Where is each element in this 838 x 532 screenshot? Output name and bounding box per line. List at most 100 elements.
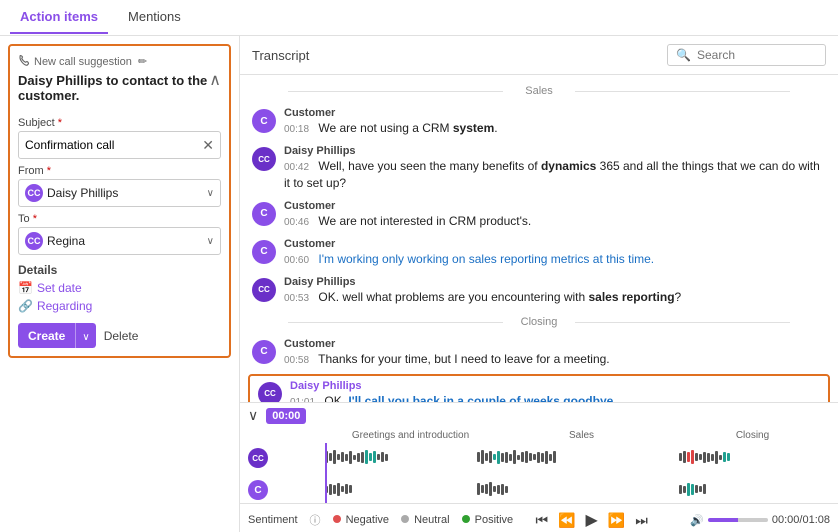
from-value: Daisy Phillips	[47, 186, 118, 200]
entry-speaker: Customer	[284, 200, 826, 212]
entry-time: 00:60	[284, 255, 309, 266]
negative-dot	[333, 515, 341, 523]
volume-slider[interactable]	[708, 518, 768, 522]
from-chevron-icon: ∨	[207, 188, 214, 199]
transcript-entry: CC Daisy Phillips 00:42 Well, have you s…	[240, 141, 838, 196]
to-value: Regina	[47, 234, 85, 248]
call-suggestion-header: New call suggestion ✏	[18, 54, 221, 69]
clear-subject-button[interactable]: ✕	[202, 137, 214, 154]
timeline-toggle-button[interactable]: ∨	[248, 407, 258, 424]
timeline-controls: ∨ 00:00	[240, 403, 838, 428]
c-greetings-bars	[325, 483, 476, 496]
current-time-badge: 00:00	[266, 408, 306, 424]
phase-closing: Closing	[667, 430, 838, 441]
negative-legend: Negative	[333, 514, 389, 526]
entry-text: 00:18 We are not using a CRM system.	[284, 120, 826, 137]
transcript-entry: C Customer 00:58 Thanks for your time, b…	[240, 334, 838, 372]
set-date-link[interactable]: 📅 Set date	[18, 281, 221, 295]
phase-sales: Sales	[496, 430, 667, 441]
entry-content: Customer 00:60 I'm working only working …	[284, 238, 826, 268]
to-dropdown[interactable]: CC Regina ∨	[18, 227, 221, 255]
tracks-container: CC	[240, 443, 838, 503]
c-sales-bars	[477, 482, 678, 496]
skip-to-start-button[interactable]: ⏮	[533, 510, 550, 531]
entry-time: 00:18	[284, 124, 309, 135]
cc-sales-bars	[477, 450, 678, 464]
positive-legend: Positive	[462, 514, 514, 526]
entry-speaker: Customer	[284, 238, 826, 250]
avatar: C	[252, 340, 276, 364]
entry-content: Daisy Phillips 00:53 OK. well what probl…	[284, 276, 826, 306]
create-button[interactable]: Create	[18, 323, 75, 348]
entry-time: 00:58	[284, 355, 309, 366]
entry-text: 00:53 OK. well what problems are you enc…	[284, 289, 826, 306]
calendar-icon: 📅	[18, 281, 33, 295]
time-display: 00:00/01:08	[772, 514, 830, 526]
search-input[interactable]	[697, 48, 817, 62]
search-box[interactable]: 🔍	[667, 44, 826, 66]
regarding-link[interactable]: 🔗 Regarding	[18, 299, 221, 313]
transcript-entry: C Customer 00:60 I'm working only workin…	[240, 234, 838, 272]
avatar: C	[252, 109, 276, 133]
create-dropdown-button[interactable]: ∨	[75, 323, 95, 348]
skip-to-end-button[interactable]: ⏭	[633, 510, 650, 531]
from-label: From *	[18, 165, 221, 177]
transcript-title: Transcript	[252, 48, 309, 63]
entry-speaker: Daisy Phillips	[290, 380, 820, 392]
entry-text: 00:42 Well, have you seen the many benef…	[284, 158, 826, 192]
link-icon: 🔗	[18, 299, 33, 313]
avatar: CC	[252, 147, 276, 171]
delete-button[interactable]: Delete	[104, 329, 139, 343]
subject-input-wrapper[interactable]: ✕	[18, 131, 221, 159]
neutral-legend: Neutral	[401, 514, 450, 526]
positive-dot	[462, 515, 470, 523]
tab-action-items[interactable]: Action items	[10, 1, 108, 34]
progress-line	[325, 443, 327, 503]
edit-icon[interactable]: ✏	[138, 55, 147, 68]
entry-speaker: Daisy Phillips	[284, 145, 826, 157]
from-dropdown[interactable]: CC Daisy Phillips ∨	[18, 179, 221, 207]
to-label: To *	[18, 213, 221, 225]
action-title: Daisy Phillips to contact to the custome…	[18, 73, 209, 103]
transcript-entry: C Customer 00:18 We are not using a CRM …	[240, 103, 838, 141]
avatar: CC	[252, 278, 276, 302]
cc-track-avatar: CC	[248, 448, 268, 468]
entry-time: 00:42	[284, 162, 309, 173]
required-marker: *	[58, 117, 62, 129]
avatar: CC	[258, 382, 282, 402]
action-card: New call suggestion ✏ Daisy Phillips to …	[8, 44, 231, 358]
from-required: *	[47, 165, 51, 177]
left-panel: New call suggestion ✏ Daisy Phillips to …	[0, 36, 240, 532]
sentiment-info-icon: ⓘ	[310, 512, 321, 528]
rewind-button[interactable]: ⏪	[556, 510, 577, 531]
set-date-label[interactable]: Set date	[37, 281, 82, 295]
entry-content: Daisy Phillips 01:01 OK. I'll call you b…	[290, 380, 820, 402]
regarding-label[interactable]: Regarding	[37, 299, 92, 313]
tab-mentions[interactable]: Mentions	[118, 1, 191, 34]
volume-icon[interactable]: 🔊	[690, 514, 704, 527]
avatar: C	[252, 202, 276, 226]
collapse-button[interactable]: ∧	[209, 73, 221, 89]
subject-input[interactable]	[25, 138, 202, 152]
to-chevron-icon: ∨	[207, 236, 214, 247]
action-buttons: Create ∨ Delete	[18, 323, 221, 348]
transcript-body: Sales C Customer 00:18 We are not using …	[240, 75, 838, 402]
entry-text: 00:58 Thanks for your time, but I need t…	[284, 351, 826, 368]
avatar: C	[252, 240, 276, 264]
search-icon: 🔍	[676, 48, 691, 62]
entry-time: 00:46	[284, 217, 309, 228]
transcript-entry-highlighted: CC Daisy Phillips 01:01 OK. I'll call yo…	[248, 374, 830, 402]
play-button[interactable]: ▶	[584, 508, 600, 532]
fast-forward-button[interactable]: ⏩	[606, 510, 627, 531]
playback-controls: ⏮ ⏪ ▶ ⏩ ⏭	[533, 508, 649, 532]
phone-icon	[18, 54, 30, 69]
c-track-avatar: C	[248, 480, 268, 500]
header-tabs: Action items Mentions	[0, 0, 838, 36]
section-closing: Closing	[240, 310, 838, 334]
cc-greetings-bars	[325, 450, 476, 464]
cc-closing-bars	[679, 450, 830, 464]
to-required: *	[33, 213, 37, 225]
sentiment-bar: Sentiment ⓘ Negative Neutral Positive ⏮	[240, 503, 838, 532]
entry-speaker: Customer	[284, 107, 826, 119]
transcript-header: Transcript 🔍	[240, 36, 838, 75]
